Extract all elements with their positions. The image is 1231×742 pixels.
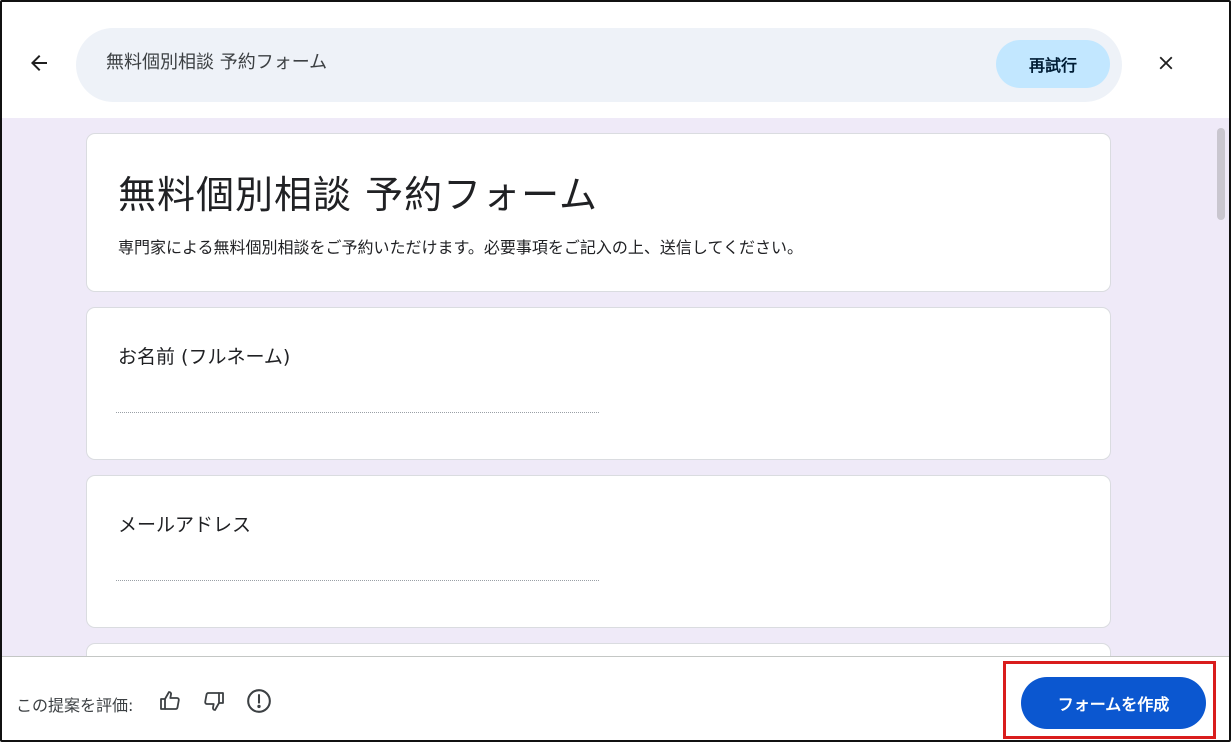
answer-line <box>116 412 599 413</box>
create-form-button[interactable]: フォームを作成 <box>1021 677 1206 729</box>
thumbs-down-button[interactable] <box>200 687 228 715</box>
form-title-card: 無料個別相談 予約フォーム 専門家による無料個別相談をご予約いただけます。必要事… <box>86 133 1111 292</box>
retry-button[interactable]: 再試行 <box>996 40 1110 88</box>
prompt-text: 無料個別相談 予約フォーム <box>106 52 328 73</box>
rate-label: この提案を評価: <box>16 696 134 715</box>
alert-circle-icon <box>247 689 271 713</box>
form-description: 専門家による無料個別相談をご予約いただけます。必要事項をご記入の上、送信してくだ… <box>118 238 803 257</box>
prompt-bar: 無料個別相談 予約フォーム 再試行 <box>76 28 1122 102</box>
header: 無料個別相談 予約フォーム 再試行 <box>2 2 1229 118</box>
thumbs-down-icon <box>204 692 224 711</box>
thumbs-up-icon <box>160 691 180 710</box>
question-card-partial <box>86 643 1111 656</box>
thumbs-up-button[interactable] <box>156 687 184 715</box>
answer-line <box>116 580 599 581</box>
back-button[interactable] <box>20 44 58 82</box>
form-title: 無料個別相談 予約フォーム <box>118 173 598 217</box>
close-icon <box>1159 56 1173 70</box>
report-button[interactable] <box>245 687 273 715</box>
arrow-left-icon <box>31 55 47 71</box>
question-card-email: メールアドレス <box>86 475 1111 628</box>
question-label: お名前 (フルネーム) <box>118 346 291 368</box>
footer: この提案を評価: フォームを作成 <box>2 656 1229 740</box>
scrollbar-thumb[interactable] <box>1217 128 1225 220</box>
close-button[interactable] <box>1147 44 1185 82</box>
question-card-name: お名前 (フルネーム) <box>86 307 1111 460</box>
form-preview: 無料個別相談 予約フォーム 専門家による無料個別相談をご予約いただけます。必要事… <box>2 118 1229 656</box>
dialog-window: 無料個別相談 予約フォーム 再試行 無料個別相談 予約フォーム 専門家による無料… <box>0 0 1231 742</box>
question-label: メールアドレス <box>118 514 252 536</box>
